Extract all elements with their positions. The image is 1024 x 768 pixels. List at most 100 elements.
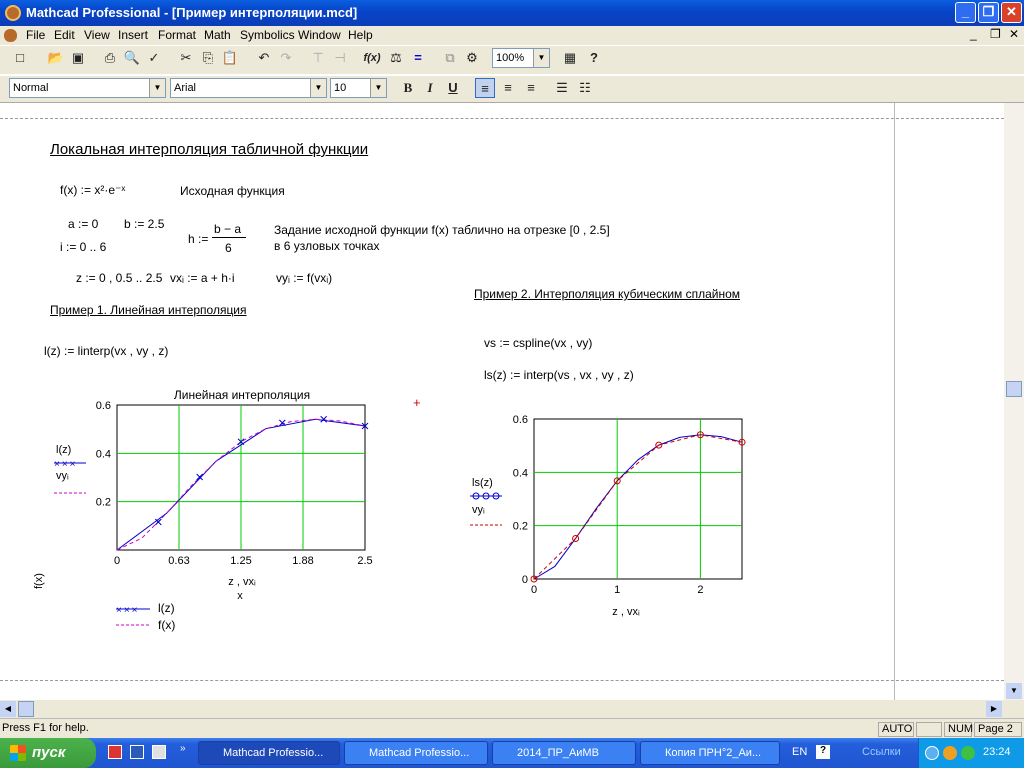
quicklaunch-desktop-icon[interactable]	[108, 745, 122, 759]
quicksheets-icon[interactable]: ▦	[560, 48, 580, 68]
insert-unit-icon[interactable]: ⚖	[386, 48, 406, 68]
resource-center-icon[interactable]: ⚙	[462, 48, 482, 68]
tray-antivirus-icon[interactable]	[961, 746, 975, 760]
scroll-thumb[interactable]	[1006, 381, 1022, 397]
chevron-down-icon[interactable]: ▼	[533, 49, 549, 67]
new-document-icon[interactable]: □	[10, 48, 30, 68]
insert-function-icon[interactable]: f(x)	[362, 48, 382, 68]
spell-check-icon[interactable]: ✓	[144, 48, 164, 68]
insert-component-icon[interactable]: ⧉	[440, 48, 460, 68]
tray-app-icon[interactable]	[943, 746, 957, 760]
c2-series-0	[533, 434, 743, 580]
scroll-right-arrow-icon[interactable]: ▶	[986, 701, 1002, 717]
print-preview-icon[interactable]: 🔍	[122, 48, 142, 68]
c2-xtick: 0	[531, 584, 537, 596]
a-definition: a := 0	[68, 217, 99, 231]
align-left-icon[interactable]: ≡	[475, 78, 495, 98]
task-note-line1: Задание исходной функции f(x) таблично н…	[274, 223, 610, 237]
bold-button[interactable]: B	[398, 78, 418, 98]
horizontal-scrollbar[interactable]: ◀ ▶	[0, 700, 1024, 718]
legend-l-line: ×××	[116, 605, 150, 614]
c1-xtick: 0.63	[168, 555, 189, 567]
menu-math[interactable]: Math	[204, 28, 231, 42]
chart-linear[interactable]: Линейная интерполяция 0 0.63 1.25 1.88 2.5 0.…	[30, 381, 410, 621]
font-size-select[interactable]: 10 ▼	[330, 78, 387, 98]
cut-icon[interactable]: ✂	[176, 48, 196, 68]
italic-button[interactable]: I	[420, 78, 440, 98]
align-down-icon[interactable]: ⊣	[330, 48, 350, 68]
vx-definition: vxᵢ := a + h·i	[170, 271, 235, 285]
task-mathcad-1[interactable]: Mathcad Professio...	[198, 741, 340, 765]
menu-edit[interactable]: Edit	[54, 28, 75, 42]
quicklaunch-explorer-icon[interactable]	[152, 745, 166, 759]
doc-restore-button[interactable]: ❐	[990, 27, 1001, 41]
print-icon[interactable]: ⎙	[100, 48, 120, 68]
menu-window[interactable]: Window	[298, 28, 341, 42]
doc-minimize-button[interactable]: _	[970, 27, 977, 41]
scroll-left-arrow-icon[interactable]: ◀	[0, 701, 16, 717]
help-icon[interactable]: ?	[584, 48, 604, 68]
bullets-icon[interactable]: ☰	[552, 78, 572, 98]
c2-ytick: 0	[522, 574, 528, 586]
menu-file[interactable]: File	[26, 28, 45, 42]
style-select[interactable]: Normal ▼	[9, 78, 166, 98]
scroll-down-arrow-icon[interactable]: ▼	[1006, 683, 1022, 699]
numbering-icon[interactable]: ☷	[575, 78, 595, 98]
chevron-down-icon[interactable]: ▼	[310, 79, 326, 97]
clock: 23:24	[983, 746, 1011, 758]
language-indicator[interactable]: EN	[792, 746, 807, 758]
task-folder[interactable]: 2014_ПР_АиМВ	[492, 741, 636, 765]
quicklaunch-word-icon[interactable]	[130, 745, 144, 759]
chart-spline[interactable]: 0 1 2 0 0.2 0.4 0.6 ls(z) vyᵢ z , vxᵢ	[466, 403, 766, 623]
start-button[interactable]: пуск	[0, 738, 96, 768]
h-lhs: h :=	[188, 232, 209, 246]
menu-symbolics[interactable]: Symbolics	[240, 28, 295, 42]
status-blank	[916, 722, 942, 737]
align-right-icon[interactable]: ≡	[521, 78, 541, 98]
minimize-button[interactable]: _	[955, 2, 976, 23]
chevron-down-icon[interactable]: ▼	[370, 79, 386, 97]
quicklaunch-more-icon[interactable]: »	[180, 743, 186, 754]
chevron-down-icon[interactable]: ▼	[149, 79, 165, 97]
chart1-xlabel2: x	[237, 590, 243, 602]
task-mathcad-2[interactable]: Mathcad Professio...	[344, 741, 488, 765]
formatting-toolbar: Normal ▼ Arial ▼ 10 ▼ B I U ≡ ≡ ≡ ☰ ☷	[0, 76, 1024, 102]
align-center-icon[interactable]: ≡	[498, 78, 518, 98]
chart2-xlabel: z , vxᵢ	[612, 606, 640, 618]
hscroll-thumb[interactable]	[18, 701, 34, 717]
tray-back-icon[interactable]	[925, 746, 939, 760]
close-button[interactable]: ✕	[1001, 2, 1022, 23]
underline-button[interactable]: U	[443, 78, 463, 98]
vs-definition: vs := cspline(vx , vy)	[484, 336, 593, 350]
restore-button[interactable]: ❐	[978, 2, 999, 23]
worksheet[interactable]: ▼ Локальная интерполяция табличной функц…	[0, 102, 1024, 701]
doc-close-button[interactable]: ✕	[1009, 27, 1019, 41]
menu-format[interactable]: Format	[158, 28, 196, 42]
font-select[interactable]: Arial ▼	[170, 78, 327, 98]
paste-icon[interactable]: 📋	[220, 48, 240, 68]
task-word[interactable]: Копия ПРН°2_Аи...	[640, 741, 780, 765]
vertical-scrollbar[interactable]: ▼	[1004, 103, 1024, 701]
align-across-icon[interactable]: ⊤	[308, 48, 328, 68]
redo-icon[interactable]: ↷	[276, 48, 296, 68]
zoom-select[interactable]: 100% ▼	[492, 48, 550, 68]
taskbar: пуск » Mathcad Professio... Mathcad Prof…	[0, 738, 1024, 768]
title-bar: Mathcad Professional - [Пример интерполя…	[0, 0, 1024, 26]
undo-icon[interactable]: ↶	[254, 48, 274, 68]
save-icon[interactable]: ▣	[68, 48, 88, 68]
page-top-border	[0, 118, 1004, 119]
c2-xtick: 1	[614, 584, 620, 596]
menu-bar: File Edit View Insert Format Math Symbol…	[0, 26, 1024, 45]
links-label[interactable]: Ссылки	[862, 746, 901, 758]
copy-icon[interactable]: ⎘	[198, 48, 218, 68]
open-folder-icon[interactable]: 📂	[46, 48, 66, 68]
help-tray-icon[interactable]: ?	[816, 745, 830, 759]
menu-help[interactable]: Help	[348, 28, 373, 42]
c2-plot-frame	[533, 418, 743, 580]
menu-insert[interactable]: Insert	[118, 28, 148, 42]
status-bar: Press F1 for help. AUTO NUM Page 2	[0, 718, 1024, 738]
app-icon[interactable]	[5, 5, 21, 21]
menu-view[interactable]: View	[84, 28, 110, 42]
calculate-icon[interactable]: =	[408, 48, 428, 68]
doc-icon[interactable]	[4, 29, 17, 42]
